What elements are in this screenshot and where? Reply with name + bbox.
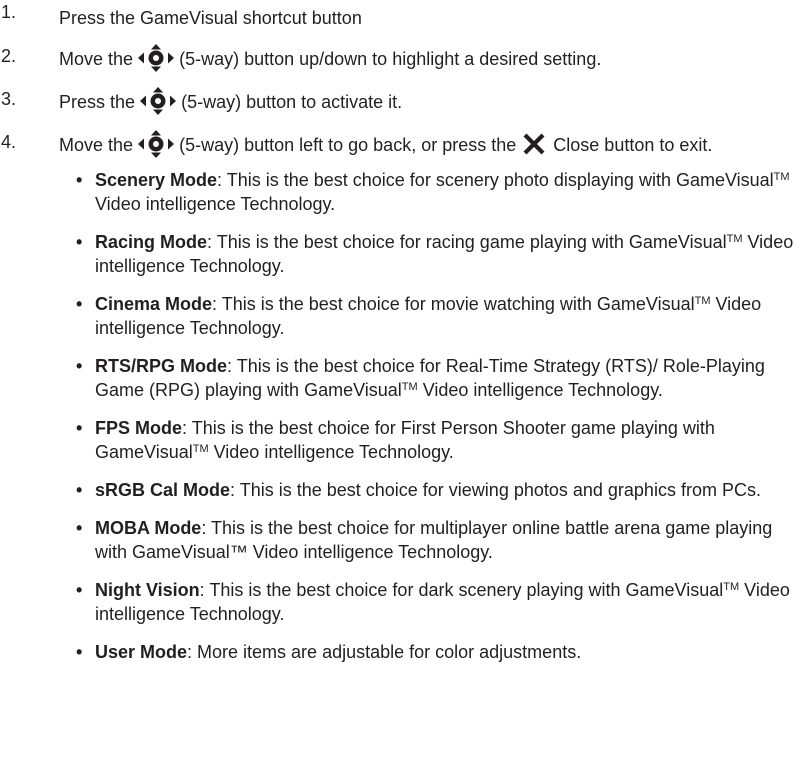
mode-name: Racing Mode xyxy=(95,232,208,252)
mode-description: : This is the best choice for dark scene… xyxy=(199,580,724,600)
mode-name: Cinema Mode xyxy=(95,294,213,314)
mode-description: : This is the best choice for movie watc… xyxy=(212,294,695,314)
bullet: • xyxy=(76,518,83,538)
five-way-button-icon xyxy=(138,130,174,158)
instruction-steps: 1. Press the GameVisual shortcut button … xyxy=(0,0,802,158)
list-item: • Night Vision: This is the best choice … xyxy=(0,578,802,626)
step-number: 3. xyxy=(1,89,17,109)
bullet: • xyxy=(76,356,83,376)
step-text: Press the GameVisual shortcut button xyxy=(59,8,362,28)
mode-name: MOBA Mode xyxy=(95,518,202,538)
mode-description-end: Video intelligence Technology. xyxy=(417,380,663,400)
trademark: TM xyxy=(192,443,209,455)
bullet: • xyxy=(76,232,83,252)
mode-name: RTS/RPG Mode xyxy=(95,356,228,376)
five-way-button-icon xyxy=(140,87,176,115)
step-3: 3. Press the (5-way) button to activate … xyxy=(0,87,802,115)
list-item: • Racing Mode: This is the best choice f… xyxy=(0,230,802,278)
bullet: • xyxy=(76,294,83,314)
trademark: TM xyxy=(726,233,743,245)
trademark: TM xyxy=(723,581,740,593)
trademark: TM xyxy=(694,295,711,307)
document-page: 1. Press the GameVisual shortcut button … xyxy=(0,0,802,774)
mode-description-end: Video intelligence Technology. xyxy=(208,442,454,462)
step-text-after: (5-way) button up/down to highlight a de… xyxy=(179,49,602,69)
mode-description-end: Video intelligence Technology. xyxy=(95,194,336,214)
mode-name: sRGB Cal Mode xyxy=(95,480,231,500)
trademark: TM xyxy=(401,381,418,393)
five-way-button-icon xyxy=(138,44,174,72)
step-number: 1. xyxy=(1,2,17,22)
mode-description: : This is the best choice for racing gam… xyxy=(207,232,727,252)
step-number: 4. xyxy=(1,132,17,152)
bullet: • xyxy=(76,480,83,500)
step-text-before: Move the xyxy=(59,49,134,69)
list-item: • Scenery Mode: This is the best choice … xyxy=(0,168,802,216)
step-text-after: Close button to exit. xyxy=(553,135,713,155)
list-item: • Cinema Mode: This is the best choice f… xyxy=(0,292,802,340)
list-item: • MOBA Mode: This is the best choice for… xyxy=(0,516,802,564)
mode-description: : More items are adjustable for color ad… xyxy=(187,642,582,662)
mode-name: Night Vision xyxy=(95,580,200,600)
step-text-before: Press the xyxy=(59,92,136,112)
mode-description: : This is the best choice for scenery ph… xyxy=(217,170,774,190)
close-x-icon xyxy=(523,133,545,155)
bullet: • xyxy=(76,418,83,438)
list-item: • RTS/RPG Mode: This is the best choice … xyxy=(0,354,802,402)
step-4: 4. Move the (5-way) button left to go ba… xyxy=(0,130,802,158)
step-text-after: (5-way) button to activate it. xyxy=(181,92,403,112)
bullet: • xyxy=(76,170,83,190)
step-text-before: Move the xyxy=(59,135,134,155)
bullet: • xyxy=(76,580,83,600)
mode-name: User Mode xyxy=(95,642,188,662)
step-2: 2. Move the (5-way) button up/down to hi… xyxy=(0,44,802,72)
step-number: 2. xyxy=(1,46,17,66)
step-text-middle: (5-way) button left to go back, or press… xyxy=(179,135,517,155)
step-1: 1. Press the GameVisual shortcut button xyxy=(0,0,802,30)
bullet: • xyxy=(76,642,83,662)
gamevisual-mode-list: • Scenery Mode: This is the best choice … xyxy=(0,168,802,664)
list-item: • FPS Mode: This is the best choice for … xyxy=(0,416,802,464)
trademark: TM xyxy=(773,171,790,183)
list-item: • sRGB Cal Mode: This is the best choice… xyxy=(0,478,802,502)
list-item: • User Mode: More items are adjustable f… xyxy=(0,640,802,664)
mode-name: Scenery Mode xyxy=(95,170,218,190)
mode-name: FPS Mode xyxy=(95,418,183,438)
mode-description: : This is the best choice for viewing ph… xyxy=(230,480,761,500)
